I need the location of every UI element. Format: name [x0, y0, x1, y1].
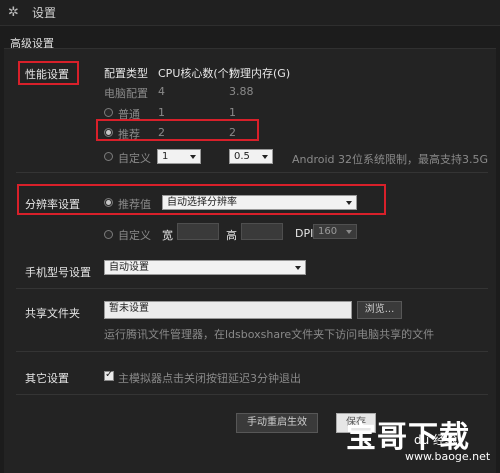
- height-input[interactable]: [241, 223, 283, 240]
- shared-folder-input[interactable]: 暂未设置: [104, 301, 352, 319]
- shared-folder-hint: 运行腾讯文件管理器，在ldsboxshare文件夹下访问电脑共享的文件: [104, 328, 435, 341]
- pc-config-cpu: 4: [158, 85, 165, 98]
- chevron-down-icon: [346, 230, 352, 234]
- title-bar: ✲ 设置: [0, 0, 500, 26]
- divider: [16, 394, 488, 395]
- resolution-custom-label: 自定义: [118, 229, 151, 242]
- delay-exit-checkbox[interactable]: [104, 369, 114, 381]
- col-header-cpu: CPU核心数(个): [158, 67, 233, 80]
- phone-model-label: 手机型号设置: [25, 266, 91, 279]
- chevron-down-icon: [190, 155, 196, 159]
- watermark-du: du 经验: [414, 433, 458, 447]
- width-input[interactable]: [177, 223, 219, 240]
- chevron-down-icon: [346, 201, 352, 205]
- mem-select-value: 0.5: [234, 151, 250, 162]
- delay-exit-label: 主模拟器点击关闭按钮延迟3分钟退出: [118, 372, 301, 385]
- cpu-select[interactable]: 1: [157, 149, 201, 164]
- resolution-select-value: 自动选择分辨率: [167, 197, 237, 208]
- col-header-mem: 物理内存(G): [229, 67, 291, 80]
- width-label: 宽: [162, 229, 173, 242]
- normal-cpu: 1: [158, 106, 165, 119]
- radio-resolution-custom[interactable]: [104, 230, 113, 239]
- shared-folder-label: 共享文件夹: [25, 307, 80, 320]
- resolution-select[interactable]: 自动选择分辨率: [162, 195, 357, 210]
- recommended-label: 推荐: [118, 128, 140, 141]
- recommended-mem: 2: [229, 126, 236, 139]
- watermark-url: www.baoge.net: [405, 450, 491, 463]
- divider: [16, 351, 488, 352]
- recommended-cpu: 2: [158, 126, 165, 139]
- cpu-select-value: 1: [162, 151, 169, 162]
- chevron-down-icon: [295, 266, 301, 270]
- radio-normal[interactable]: [104, 108, 113, 117]
- restart-button[interactable]: 手动重启生效: [236, 413, 318, 433]
- pc-config-label: 电脑配置: [104, 87, 148, 100]
- resolution-recommended-label: 推荐值: [118, 198, 151, 211]
- radio-custom-performance[interactable]: [104, 152, 113, 161]
- resolution-label: 分辨率设置: [25, 198, 80, 211]
- pc-config-mem: 3.88: [229, 85, 254, 98]
- radio-recommended[interactable]: [104, 128, 113, 137]
- browse-button[interactable]: 浏览...: [357, 301, 402, 319]
- dpi-label: DPI: [295, 227, 314, 240]
- performance-label: 性能设置: [25, 68, 69, 81]
- memory-limit-note: Android 32位系统限制，最高支持3.5G: [292, 153, 489, 166]
- chevron-down-icon: [262, 155, 268, 159]
- height-label: 高: [226, 229, 237, 242]
- mem-select[interactable]: 0.5: [229, 149, 273, 164]
- other-settings-label: 其它设置: [25, 372, 69, 385]
- divider: [16, 288, 488, 289]
- phone-model-select[interactable]: 自动设置: [104, 260, 306, 275]
- radio-resolution-recommended[interactable]: [104, 198, 113, 207]
- gear-icon: ✲: [8, 4, 19, 20]
- col-header-type: 配置类型: [104, 67, 148, 80]
- dpi-select-value: 160: [318, 226, 338, 237]
- dpi-select[interactable]: 160: [313, 224, 357, 239]
- phone-model-select-value: 自动设置: [109, 262, 149, 273]
- divider: [16, 172, 488, 173]
- window-title: 设置: [32, 6, 57, 20]
- normal-mem: 1: [229, 106, 236, 119]
- custom-performance-label: 自定义: [118, 152, 151, 165]
